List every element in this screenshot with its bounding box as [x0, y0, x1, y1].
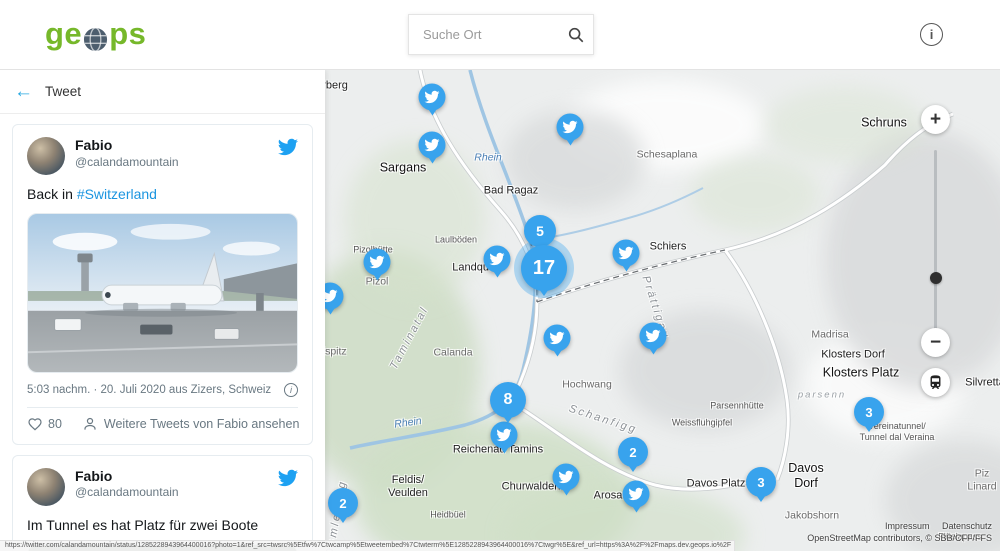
geops-logo[interactable]: ge ps [45, 16, 146, 52]
tweet-text: Back in #Switzerland [27, 185, 298, 204]
tweet-pin[interactable] [484, 246, 511, 273]
like-button[interactable]: 80 [27, 416, 62, 432]
tweet-cluster[interactable]: 17 [521, 245, 567, 291]
map-markers-layer: 517 8 2 3 3 2 [325, 70, 1000, 551]
zoom-slider-handle[interactable] [930, 272, 942, 284]
tweet-sidebar: ← Tweet Fabio @calandamountain Back in #… [0, 70, 325, 551]
map: FlumserbergSchrunsSchesaplanaSargansRhei… [325, 70, 1000, 551]
tweet-pin[interactable] [491, 422, 518, 449]
twitter-bird-icon [370, 255, 385, 270]
twitter-bird-icon [550, 331, 565, 346]
tweet-cluster[interactable]: 2 [328, 488, 358, 518]
tweet-text: Im Tunnel es hat Platz für zwei Boote [27, 516, 298, 535]
tweet-cluster[interactable]: 8 [490, 382, 526, 418]
tweet-timestamp: 5:03 nachm. · 20. Juli 2020 aus Zizers, … [27, 384, 271, 396]
twitter-bird-icon [563, 120, 578, 135]
tweet-pin[interactable] [325, 283, 344, 310]
search-box[interactable] [408, 14, 594, 55]
person-icon [82, 416, 98, 432]
tweet-cluster[interactable]: 3 [746, 467, 776, 497]
more-tweets-label: Weitere Tweets von Fabio ansehen [104, 417, 300, 431]
heart-icon [27, 416, 43, 432]
hashtag-link[interactable]: #Switzerland [77, 186, 157, 202]
tweet-pin[interactable] [553, 464, 580, 491]
twitter-logo-icon[interactable] [278, 468, 298, 488]
copyright-text: OpenStreetMap contributors, © SBB/CFF/FF… [807, 532, 992, 544]
tweet-pin[interactable] [419, 84, 446, 111]
twitter-bird-icon [325, 289, 338, 304]
sidebar-title: Tweet [45, 84, 81, 99]
more-tweets-link[interactable]: Weitere Tweets von Fabio ansehen [82, 416, 300, 432]
twitter-bird-icon [559, 470, 574, 485]
impressum-link[interactable]: Impressum [885, 521, 930, 531]
tweet-author-name[interactable]: Fabio [75, 137, 278, 155]
twitter-bird-icon [497, 428, 512, 443]
twitter-bird-icon [619, 246, 634, 261]
sidebar-header: ← Tweet [0, 70, 325, 114]
logo-text-ge: ge [45, 16, 82, 52]
tweet-pin[interactable] [557, 114, 584, 141]
map-attribution: Impressum Datenschutz OpenStreetMap cont… [807, 520, 992, 544]
search-icon[interactable] [567, 26, 585, 44]
zoom-out-button[interactable]: − [921, 328, 950, 357]
tweet-author-name[interactable]: Fabio [75, 468, 278, 486]
search-input[interactable] [421, 26, 567, 43]
zoom-in-button[interactable]: + [921, 105, 950, 134]
tweet-cluster[interactable]: 5 [524, 215, 556, 247]
tweet-author-handle[interactable]: @calandamountain [75, 155, 278, 171]
tweet-info-icon[interactable]: i [284, 383, 298, 397]
datenschutz-link[interactable]: Datenschutz [942, 521, 992, 531]
twitter-bird-icon [646, 329, 661, 344]
tweet-card: Fabio @calandamountain Im Tunnel es hat … [12, 455, 313, 551]
twitter-bird-icon [425, 90, 440, 105]
avatar[interactable] [27, 468, 65, 506]
tweet-pin[interactable] [544, 325, 571, 352]
tweet-cluster[interactable]: 3 [854, 397, 884, 427]
twitter-logo-icon[interactable] [278, 137, 298, 157]
tweet-cluster[interactable]: 2 [618, 437, 648, 467]
train-icon [927, 374, 944, 391]
avatar[interactable] [27, 137, 65, 175]
tweet-card: Fabio @calandamountain Back in #Switzerl… [12, 124, 313, 445]
globe-icon [83, 24, 108, 49]
back-arrow-icon[interactable]: ← [14, 82, 33, 101]
tweet-list: Fabio @calandamountain Back in #Switzerl… [0, 114, 325, 551]
twitter-bird-icon [490, 252, 505, 267]
status-url-bar: https://twitter.com/calandamountain/stat… [0, 540, 735, 551]
tweet-pin[interactable] [364, 249, 391, 276]
tweet-pin[interactable] [623, 481, 650, 508]
app-header: ge ps i [0, 0, 1000, 70]
logo-text-ps: ps [109, 16, 146, 52]
tweet-photo-airport[interactable] [27, 213, 298, 373]
tweet-text-plain: Back in [27, 186, 77, 202]
info-button[interactable]: i [920, 23, 943, 46]
train-layer-button[interactable] [921, 368, 950, 397]
like-count: 80 [48, 417, 62, 431]
twitter-bird-icon [629, 487, 644, 502]
zoom-slider-track[interactable] [934, 150, 937, 330]
tweet-pin[interactable] [419, 132, 446, 159]
card-divider [27, 407, 298, 408]
tweet-author-handle[interactable]: @calandamountain [75, 485, 278, 501]
twitter-bird-icon [425, 138, 440, 153]
tweet-pin[interactable] [640, 323, 667, 350]
tweet-pin[interactable] [613, 240, 640, 267]
